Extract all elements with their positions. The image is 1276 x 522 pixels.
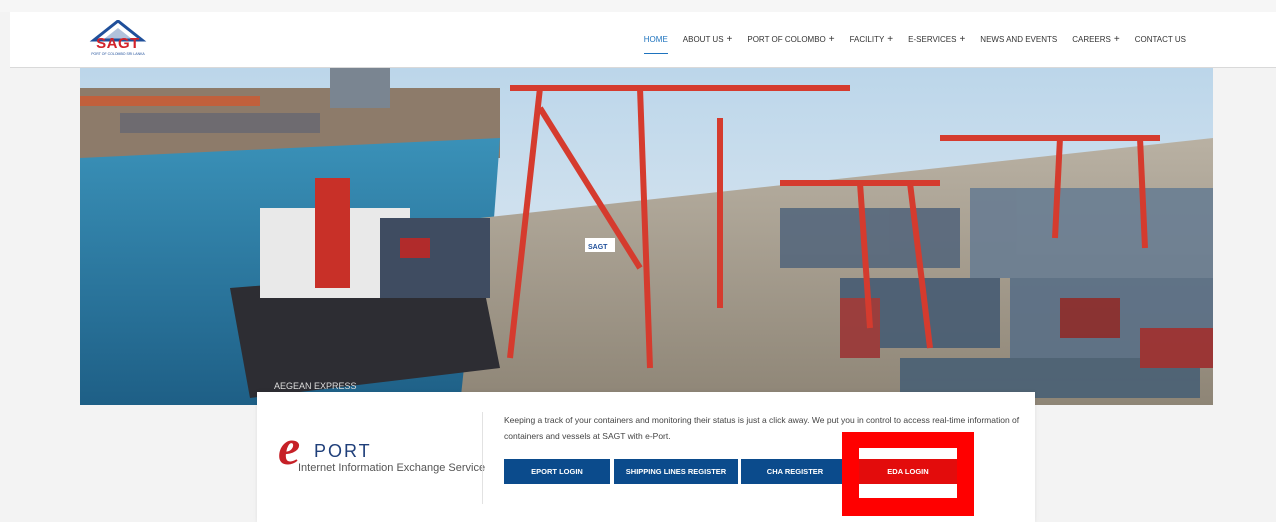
sagt-logo[interactable]: SAGT PORT OF COLOMBO SRI LANKA [88, 20, 148, 60]
ship-name-label: AEGEAN EXPRESS [274, 381, 357, 391]
nav-home[interactable]: HOME [643, 35, 668, 54]
nav-careers[interactable]: CAREERS + [1072, 34, 1120, 45]
plus-icon: + [887, 34, 894, 45]
cha-register-button[interactable]: CHA REGISTER [741, 459, 849, 484]
card-divider [482, 412, 483, 504]
eport-logo: e PORT Internet Information Exchange Ser… [278, 419, 485, 485]
site-header: SAGT PORT OF COLOMBO SRI LANKA HOME ABOU… [10, 12, 1276, 68]
main-nav: HOME ABOUT US + PORT OF COLOMBO + FACILITY… [629, 12, 1186, 67]
nav-about-us[interactable]: ABOUT US + [683, 34, 733, 45]
nav-port-of-colombo[interactable]: PORT OF COLOMBO + [747, 34, 834, 45]
eport-logo-subtitle: Internet Information Exchange Service [298, 462, 486, 474]
eport-logo-port: PORT [314, 441, 372, 461]
crane-sagt-label: SAGT [588, 244, 608, 251]
plus-icon: + [726, 34, 733, 45]
plus-icon: + [828, 34, 835, 45]
shipping-lines-register-button[interactable]: SHIPPING LINES REGISTER [614, 459, 738, 484]
eda-login-button[interactable]: EDA LOGIN [859, 459, 957, 484]
port-illustration: AEGEAN EXPRESS SAGT [80, 68, 1213, 405]
eport-logo-e: e [278, 419, 301, 475]
plus-icon: + [959, 34, 966, 45]
eport-login-button[interactable]: EPORT LOGIN [504, 459, 610, 484]
logo-subtext: PORT OF COLOMBO SRI LANKA [91, 52, 145, 56]
hero-port-image: AEGEAN EXPRESS SAGT [80, 68, 1213, 405]
nav-facility[interactable]: FACILITY + [850, 34, 894, 45]
plus-icon: + [1113, 34, 1120, 45]
nav-e-services[interactable]: E-SERVICES + [908, 34, 965, 45]
logo-text: SAGT [96, 35, 140, 52]
nav-contact-us[interactable]: CONTACT US [1135, 35, 1186, 44]
nav-news-and-events[interactable]: NEWS AND EVENTS [980, 35, 1057, 44]
top-strip [0, 0, 1276, 12]
